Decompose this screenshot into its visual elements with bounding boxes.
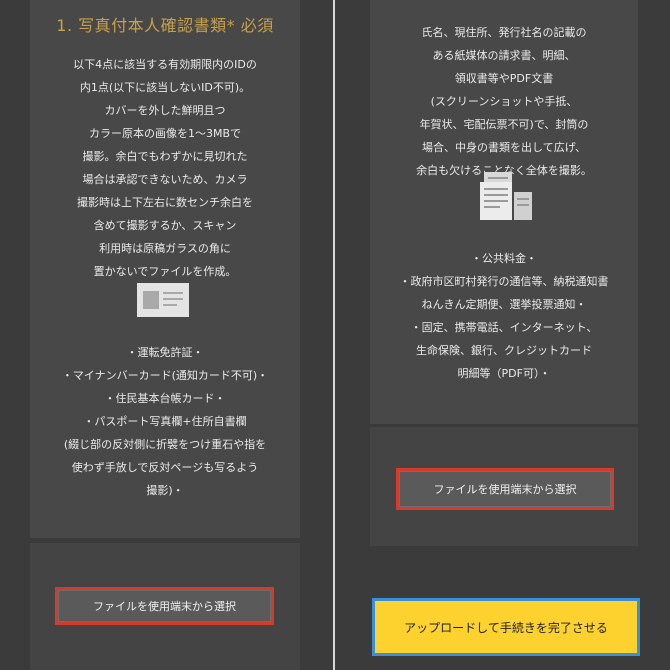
description-line: カラー原本の画像を1～3MBで xyxy=(88,127,242,140)
file-select-label: ファイルを使用端末から選択 xyxy=(399,471,611,507)
left-file-select-button[interactable]: ファイルを使用端末から選択 xyxy=(55,587,274,625)
description-line: 置かないでファイルを作成。 xyxy=(93,265,237,278)
documents-icon xyxy=(478,168,534,224)
list-item: ・住民基本台帳カード・ xyxy=(104,392,226,405)
submit-upload-button[interactable]: アップロードして手続きを完了させる xyxy=(372,598,640,656)
list-item: 生命保険、銀行、クレジットカード xyxy=(416,344,592,357)
section-title: 1. 写真付本人確認書類* 必須 xyxy=(56,16,274,35)
left-upload-section: 1. 写真付本人確認書類* 必須 以下4点に該当する有効期限内のIDの 内1点(… xyxy=(0,0,333,670)
file-select-label: ファイルを使用端末から選択 xyxy=(58,590,271,622)
list-item: ・パスポート写真欄+住所自書欄 xyxy=(83,415,247,428)
list-item: 撮影)・ xyxy=(146,484,184,497)
list-item: ・固定、携帯電話、インターネット、 xyxy=(410,321,598,334)
description-line: 内1点(以下に該当しないID不可)。 xyxy=(79,81,251,94)
address-description: 氏名、現住所、発行社名の記載の ある紙媒体の請求書、明細、 領収書等やPDF文書… xyxy=(370,21,638,182)
id-document-panel: 1. 写真付本人確認書類* 必須 以下4点に該当する有効期限内のIDの 内1点(… xyxy=(30,0,300,538)
list-item: 明細等（PDF可）・ xyxy=(457,367,551,380)
description-line: 含めて撮影するか、スキャン xyxy=(93,219,237,232)
submit-button-label: アップロードして手続きを完了させる xyxy=(404,620,608,635)
list-item: ・マイナンバーカード(通知カード不可)・ xyxy=(61,369,269,382)
description-line: 年賀状、宅配伝票不可)で、封筒の xyxy=(419,118,589,131)
list-item: (綴じ部の反対側に折襞をつけ重石や指を xyxy=(63,438,267,451)
description-line: 氏名、現住所、発行社名の記載の xyxy=(421,26,587,39)
description-line: 場合は承認できないため、カメラ xyxy=(82,173,248,186)
description-line: 撮影。余白でもわずかに見切れた xyxy=(82,150,248,163)
id-description: 以下4点に該当する有効期限内のIDの 内1点(以下に該当しないID不可)。 カバ… xyxy=(30,53,300,283)
list-item: ・公共料金・ xyxy=(471,252,537,265)
right-upload-section: 氏名、現住所、発行社名の記載の ある紙媒体の請求書、明細、 領収書等やPDF文書… xyxy=(335,0,670,670)
description-line: 以下4点に該当する有効期限内のIDの xyxy=(73,58,257,71)
description-line: 領収書等やPDF文書 xyxy=(454,72,554,85)
description-line: ある紙媒体の請求書、明細、 xyxy=(432,49,576,62)
list-item: ・運転免許証・ xyxy=(126,346,204,359)
description-line: 撮影時は上下左右に数センチ余白を xyxy=(77,196,253,209)
list-item: 使わず手放しで反対ページも写るよう xyxy=(71,461,259,474)
right-file-select-button[interactable]: ファイルを使用端末から選択 xyxy=(396,468,614,510)
list-item: ねんきん定期便、選挙投票通知・ xyxy=(421,298,587,311)
list-item: ・政府市区町村発行の通信等、納税通知書 xyxy=(399,275,609,288)
description-line: 利用時は原稿ガラスの角に xyxy=(99,242,231,255)
description-line: カバーを外した鮮明且つ xyxy=(104,104,226,117)
address-document-list: ・公共料金・ ・政府市区町村発行の通信等、納税通知書 ねんきん定期便、選挙投票通… xyxy=(370,247,638,385)
id-type-list: ・運転免許証・ ・マイナンバーカード(通知カード不可)・ ・住民基本台帳カード・… xyxy=(30,341,300,502)
description-line: (スクリーンショットや手抵、 xyxy=(430,95,578,108)
description-line: 場合、中身の書類を出して広げ、 xyxy=(422,141,586,154)
id-card-icon xyxy=(137,283,189,317)
